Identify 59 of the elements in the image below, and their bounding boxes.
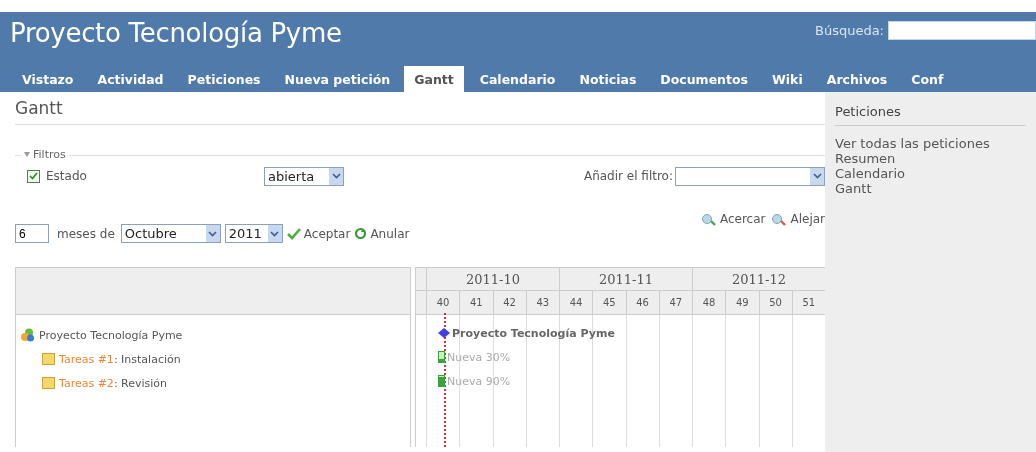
issue-subject: Tareas #1: Instalación bbox=[59, 352, 181, 366]
week-header: 41 bbox=[459, 291, 493, 314]
nav-tab[interactable]: Actividad bbox=[87, 66, 174, 92]
filter-label: Estado bbox=[46, 169, 88, 183]
week-header: 40 bbox=[426, 291, 460, 314]
project-marker-icon bbox=[438, 328, 450, 338]
months-field[interactable]: 6 bbox=[15, 224, 49, 243]
filters-toggle[interactable]: Filtros bbox=[21, 148, 69, 161]
month-select[interactable]: Octubre bbox=[120, 224, 221, 243]
week-header: 44 bbox=[559, 291, 593, 314]
sidebar-title: Peticiones bbox=[835, 104, 1026, 126]
bar-label: Nueva 90% bbox=[447, 374, 511, 388]
nav-tab[interactable]: Documentos bbox=[650, 66, 759, 92]
week-header: 49 bbox=[725, 291, 759, 314]
zoom-in-link[interactable]: Acercar bbox=[700, 212, 766, 226]
folder-icon bbox=[42, 377, 55, 389]
bar-label: Proyecto Tecnología Pyme bbox=[452, 326, 615, 340]
week-header: 46 bbox=[625, 291, 659, 314]
reset-link[interactable]: Anular bbox=[354, 226, 410, 241]
filter-checkbox[interactable] bbox=[27, 169, 40, 183]
project-icon bbox=[20, 328, 35, 342]
week-header: 42 bbox=[492, 291, 526, 314]
add-filter-select[interactable] bbox=[675, 166, 825, 186]
sidebar-link[interactable]: Calendario bbox=[835, 166, 1026, 181]
folder-icon bbox=[42, 353, 55, 365]
nav-tab[interactable]: Gantt bbox=[404, 66, 464, 92]
week-header: 43 bbox=[525, 291, 559, 314]
nav-tab[interactable]: Noticias bbox=[569, 66, 647, 92]
search-field[interactable] bbox=[888, 21, 1036, 40]
nav-tab[interactable]: Conf bbox=[901, 66, 954, 92]
sidebar-link[interactable]: Resumen bbox=[835, 151, 1026, 166]
add-filter-label: Añadir el filtro: bbox=[583, 169, 673, 183]
sidebar-link[interactable]: Ver todas las peticiones bbox=[835, 136, 1026, 151]
filters-legend: Filtros bbox=[33, 148, 66, 161]
bar-label: Nueva 30% bbox=[447, 350, 511, 364]
issue-subject: Tareas #2: Revisión bbox=[59, 376, 168, 390]
page-heading: Gantt bbox=[15, 98, 825, 125]
zoom-out-link[interactable]: Alejar bbox=[771, 212, 825, 226]
nav-tab[interactable]: Vistazo bbox=[12, 66, 84, 92]
search-label: Búsqueda: bbox=[814, 23, 884, 38]
status-select[interactable]: abierta bbox=[264, 166, 344, 186]
apply-link[interactable]: Aceptar bbox=[286, 226, 351, 241]
nav-tab[interactable]: Nueva petición bbox=[274, 66, 401, 92]
nav-tab[interactable]: Wiki bbox=[762, 66, 813, 92]
nav-tab[interactable]: Archivos bbox=[816, 66, 898, 92]
months-label: meses de bbox=[57, 226, 115, 241]
week-header: 45 bbox=[592, 291, 626, 314]
magnifier-icon bbox=[771, 212, 788, 226]
week-header: 47 bbox=[658, 291, 692, 314]
week-header: 50 bbox=[758, 291, 792, 314]
project-title: Proyecto Tecnología Pyme bbox=[10, 18, 342, 48]
week-header: 48 bbox=[692, 291, 726, 314]
year-select[interactable]: 2011 bbox=[224, 224, 283, 243]
nav-tab[interactable]: Calendario bbox=[469, 66, 566, 92]
checkmark-icon bbox=[286, 227, 301, 240]
project-name: Proyecto Tecnología Pyme bbox=[39, 328, 183, 342]
nav-tab[interactable]: Peticiones bbox=[177, 66, 271, 92]
sidebar-link[interactable]: Gantt bbox=[835, 181, 1026, 196]
magnifier-icon bbox=[700, 212, 717, 226]
